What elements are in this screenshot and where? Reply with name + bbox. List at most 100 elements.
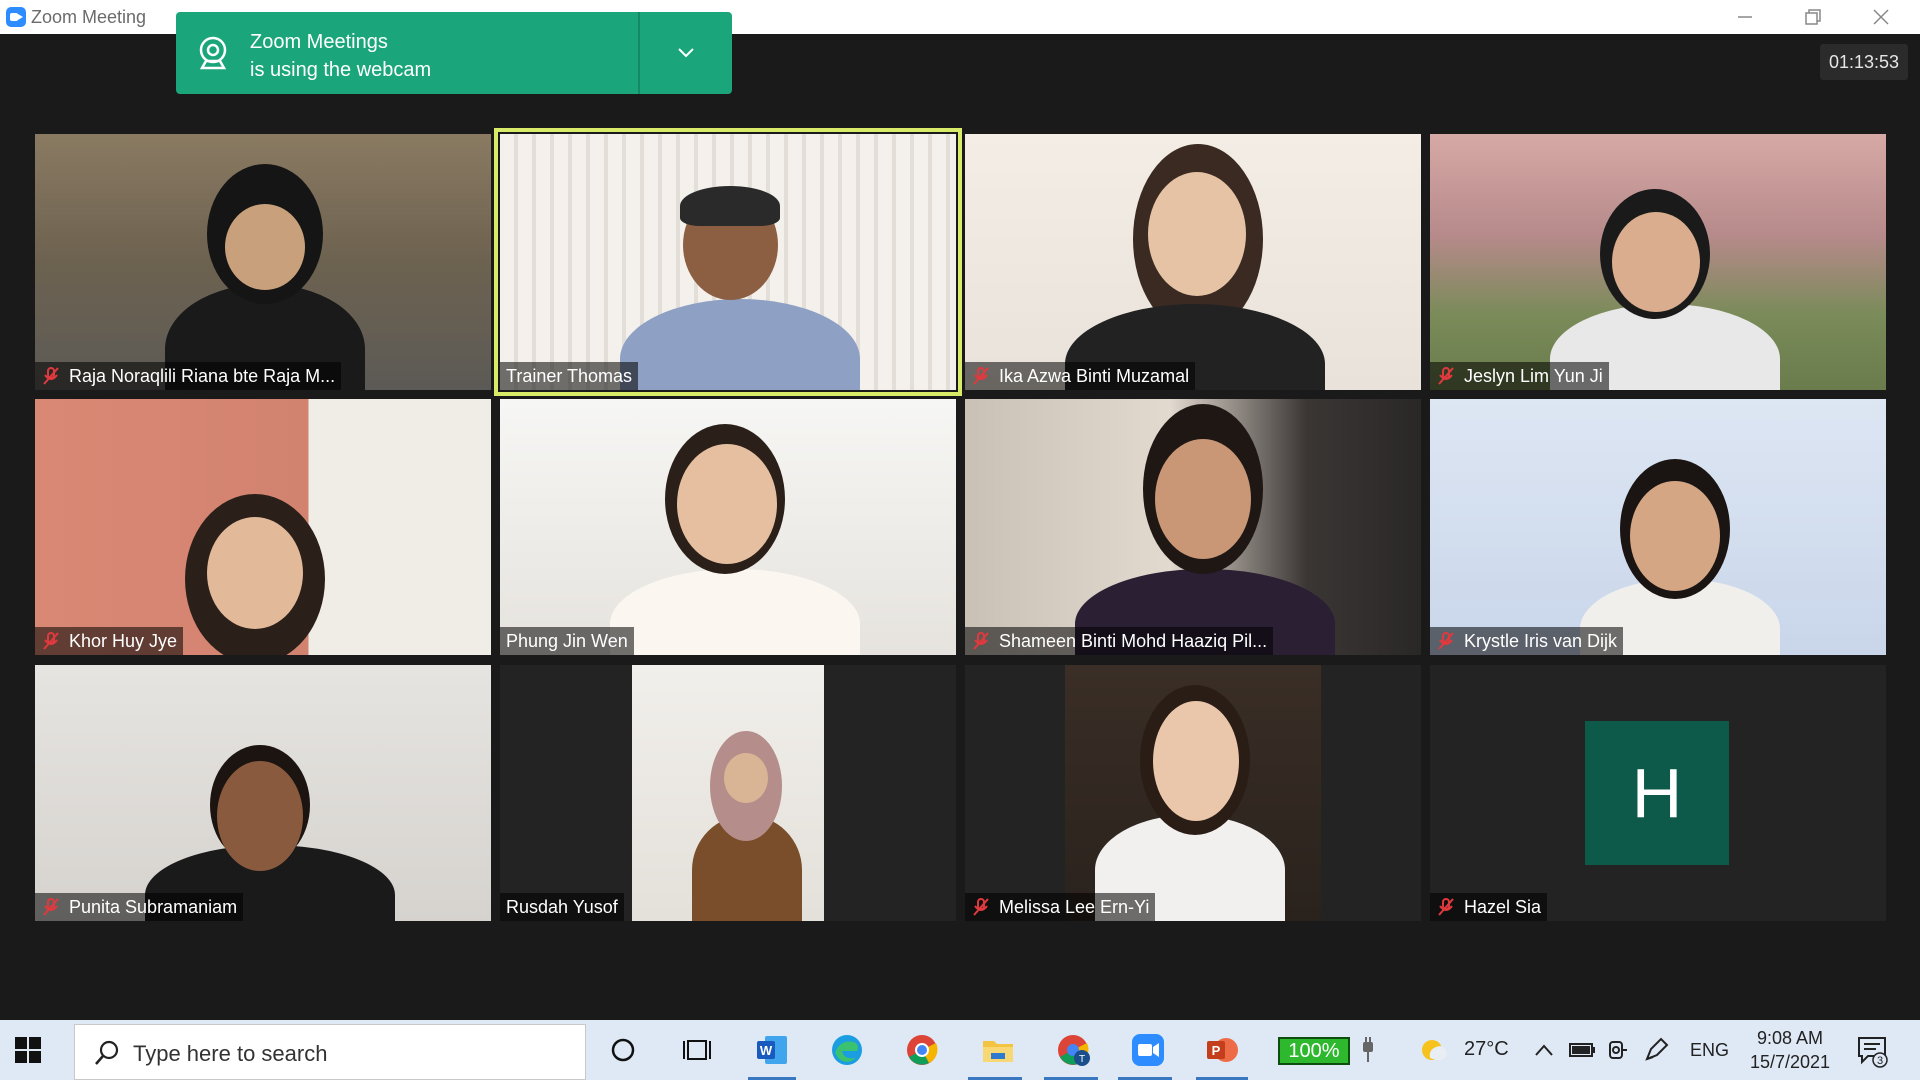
battery-icon[interactable] bbox=[1562, 1030, 1602, 1070]
minimize-icon bbox=[1738, 16, 1752, 18]
muted-mic-icon bbox=[971, 366, 991, 386]
notification-line1: Zoom Meetings bbox=[250, 31, 388, 53]
power-plug-icon[interactable] bbox=[1348, 1030, 1388, 1070]
participant-name: Trainer Thomas bbox=[506, 366, 633, 386]
video-tile[interactable]: Ika Azwa Binti Muzamal bbox=[965, 134, 1421, 390]
participant-name: Ika Azwa Binti Muzamal bbox=[999, 366, 1190, 386]
meeting-timer: 01:13:53 bbox=[1820, 44, 1908, 80]
video-tile[interactable]: Punita Subramaniam bbox=[35, 665, 491, 921]
muted-mic-icon bbox=[41, 897, 61, 917]
muted-mic-icon bbox=[1436, 366, 1456, 386]
taskbar-clock[interactable]: 9:08 AM 15/7/2021 bbox=[1740, 1026, 1840, 1074]
participant-name-tag: Raja Noraqlili Riana bte Raja M... bbox=[35, 362, 342, 390]
window-title: Zoom Meeting bbox=[31, 7, 147, 27]
restore-icon bbox=[1805, 9, 1821, 25]
participant-name-tag: Phung Jin Wen bbox=[500, 627, 634, 655]
muted-mic-icon bbox=[971, 631, 991, 651]
video-tile[interactable]: Rusdah Yusof bbox=[500, 665, 956, 921]
participant-figure bbox=[965, 399, 1421, 655]
muted-mic-icon bbox=[1436, 897, 1456, 917]
participant-figure bbox=[1430, 399, 1886, 655]
participant-figure bbox=[1065, 665, 1321, 921]
svg-text:P: P bbox=[1212, 1043, 1221, 1058]
video-tile[interactable]: Krystle Iris van Dijk bbox=[1430, 399, 1886, 655]
avatar: H bbox=[1585, 721, 1729, 865]
participant-name-tag: Trainer Thomas bbox=[500, 362, 639, 390]
weather-temperature[interactable]: 27°C bbox=[1464, 1038, 1509, 1061]
participant-name: Shameen Binti Mohd Haaziq Pil... bbox=[999, 631, 1268, 651]
participant-figure bbox=[35, 399, 491, 655]
participant-figure bbox=[1430, 134, 1886, 390]
zoom-taskbar-icon[interactable] bbox=[1128, 1030, 1168, 1070]
muted-mic-icon bbox=[41, 631, 61, 651]
participant-figure bbox=[35, 665, 491, 921]
video-tile[interactable]: Melissa Lee Ern-Yi bbox=[965, 665, 1421, 921]
video-tile[interactable]: Khor Huy Jye bbox=[35, 399, 491, 655]
taskbar-search-box[interactable]: Type here to search bbox=[74, 1024, 586, 1080]
muted-mic-icon bbox=[1436, 631, 1456, 651]
task-view-icon[interactable] bbox=[677, 1030, 717, 1070]
participant-name-tag: Shameen Binti Mohd Haaziq Pil... bbox=[965, 627, 1274, 655]
close-button[interactable] bbox=[1852, 0, 1910, 34]
notification-line2: is using the webcam bbox=[250, 59, 432, 81]
video-tile[interactable]: Shameen Binti Mohd Haaziq Pil... bbox=[965, 399, 1421, 655]
muted-mic-icon bbox=[971, 897, 991, 917]
participant-figure bbox=[500, 399, 956, 655]
chevron-down-icon bbox=[678, 48, 694, 58]
weather-sun-icon[interactable] bbox=[1414, 1030, 1454, 1070]
close-icon bbox=[1873, 9, 1889, 25]
input-language[interactable]: ENG bbox=[1690, 1040, 1729, 1061]
participant-name-tag: Ika Azwa Binti Muzamal bbox=[965, 362, 1196, 390]
edge-icon[interactable] bbox=[827, 1030, 867, 1070]
participant-figure bbox=[500, 134, 956, 390]
battery-indicator[interactable]: 100% bbox=[1278, 1037, 1350, 1065]
camera-status-icon[interactable] bbox=[1598, 1030, 1638, 1070]
participant-name: Melissa Lee Ern-Yi bbox=[999, 897, 1150, 917]
webcam-notification[interactable]: Zoom Meetings is using the webcam bbox=[176, 12, 732, 94]
participant-name: Hazel Sia bbox=[1464, 897, 1542, 917]
video-tile[interactable]: Phung Jin Wen bbox=[500, 399, 956, 655]
webcam-icon bbox=[199, 36, 227, 70]
video-tile[interactable]: Raja Noraqlili Riana bte Raja M... bbox=[35, 134, 491, 390]
notification-text: Zoom Meetings is using the webcam bbox=[250, 28, 431, 84]
participant-name: Krystle Iris van Dijk bbox=[1464, 631, 1618, 651]
participant-name: Phung Jin Wen bbox=[506, 631, 628, 651]
pen-icon[interactable] bbox=[1636, 1030, 1676, 1070]
participant-name-tag: Punita Subramaniam bbox=[35, 893, 244, 921]
powerpoint-icon[interactable]: P bbox=[1202, 1030, 1242, 1070]
windows-start-icon[interactable] bbox=[14, 1036, 42, 1064]
video-tile[interactable]: H Hazel Sia bbox=[1430, 665, 1886, 921]
file-explorer-icon[interactable] bbox=[978, 1030, 1018, 1070]
zoom-logo-icon bbox=[6, 7, 26, 27]
cortana-icon[interactable] bbox=[603, 1030, 643, 1070]
participant-name-tag: Rusdah Yusof bbox=[500, 893, 624, 921]
search-placeholder: Type here to search bbox=[133, 1041, 328, 1066]
participant-name: Jeslyn Lim Yun Ji bbox=[1464, 366, 1603, 386]
chrome-icon[interactable] bbox=[902, 1030, 942, 1070]
action-center-icon[interactable]: 3 bbox=[1856, 1034, 1890, 1068]
video-tile[interactable]: Jeslyn Lim Yun Ji bbox=[1430, 134, 1886, 390]
notification-count: 3 bbox=[1877, 1055, 1883, 1067]
participant-name: Raja Noraqlili Riana bte Raja M... bbox=[69, 366, 336, 386]
minimize-button[interactable] bbox=[1716, 0, 1774, 34]
windows-taskbar: Type here to search W T P 100% 27°C ENG … bbox=[0, 1020, 1920, 1080]
participant-name: Khor Huy Jye bbox=[69, 631, 178, 651]
participant-name-tag: Jeslyn Lim Yun Ji bbox=[1430, 362, 1609, 390]
clock-date: 15/7/2021 bbox=[1749, 1052, 1831, 1072]
participant-figure bbox=[965, 134, 1421, 390]
notification-expand-button[interactable] bbox=[640, 12, 732, 94]
clock-time: 9:08 AM bbox=[1756, 1028, 1824, 1048]
muted-mic-icon bbox=[41, 366, 61, 386]
participant-figure bbox=[632, 665, 824, 921]
participant-name: Punita Subramaniam bbox=[69, 897, 238, 917]
chevron-up-icon[interactable] bbox=[1524, 1030, 1564, 1070]
word-icon[interactable]: W bbox=[752, 1030, 792, 1070]
video-tile-active-speaker[interactable]: Trainer Thomas bbox=[494, 128, 962, 396]
participant-name-tag: Melissa Lee Ern-Yi bbox=[965, 893, 1156, 921]
participant-name-tag: Khor Huy Jye bbox=[35, 627, 184, 655]
restore-button[interactable] bbox=[1784, 0, 1842, 34]
search-icon bbox=[95, 1040, 119, 1065]
participant-name: Rusdah Yusof bbox=[506, 897, 618, 917]
chrome-profile-icon[interactable]: T bbox=[1054, 1030, 1094, 1070]
participant-name-tag: Krystle Iris van Dijk bbox=[1430, 627, 1624, 655]
